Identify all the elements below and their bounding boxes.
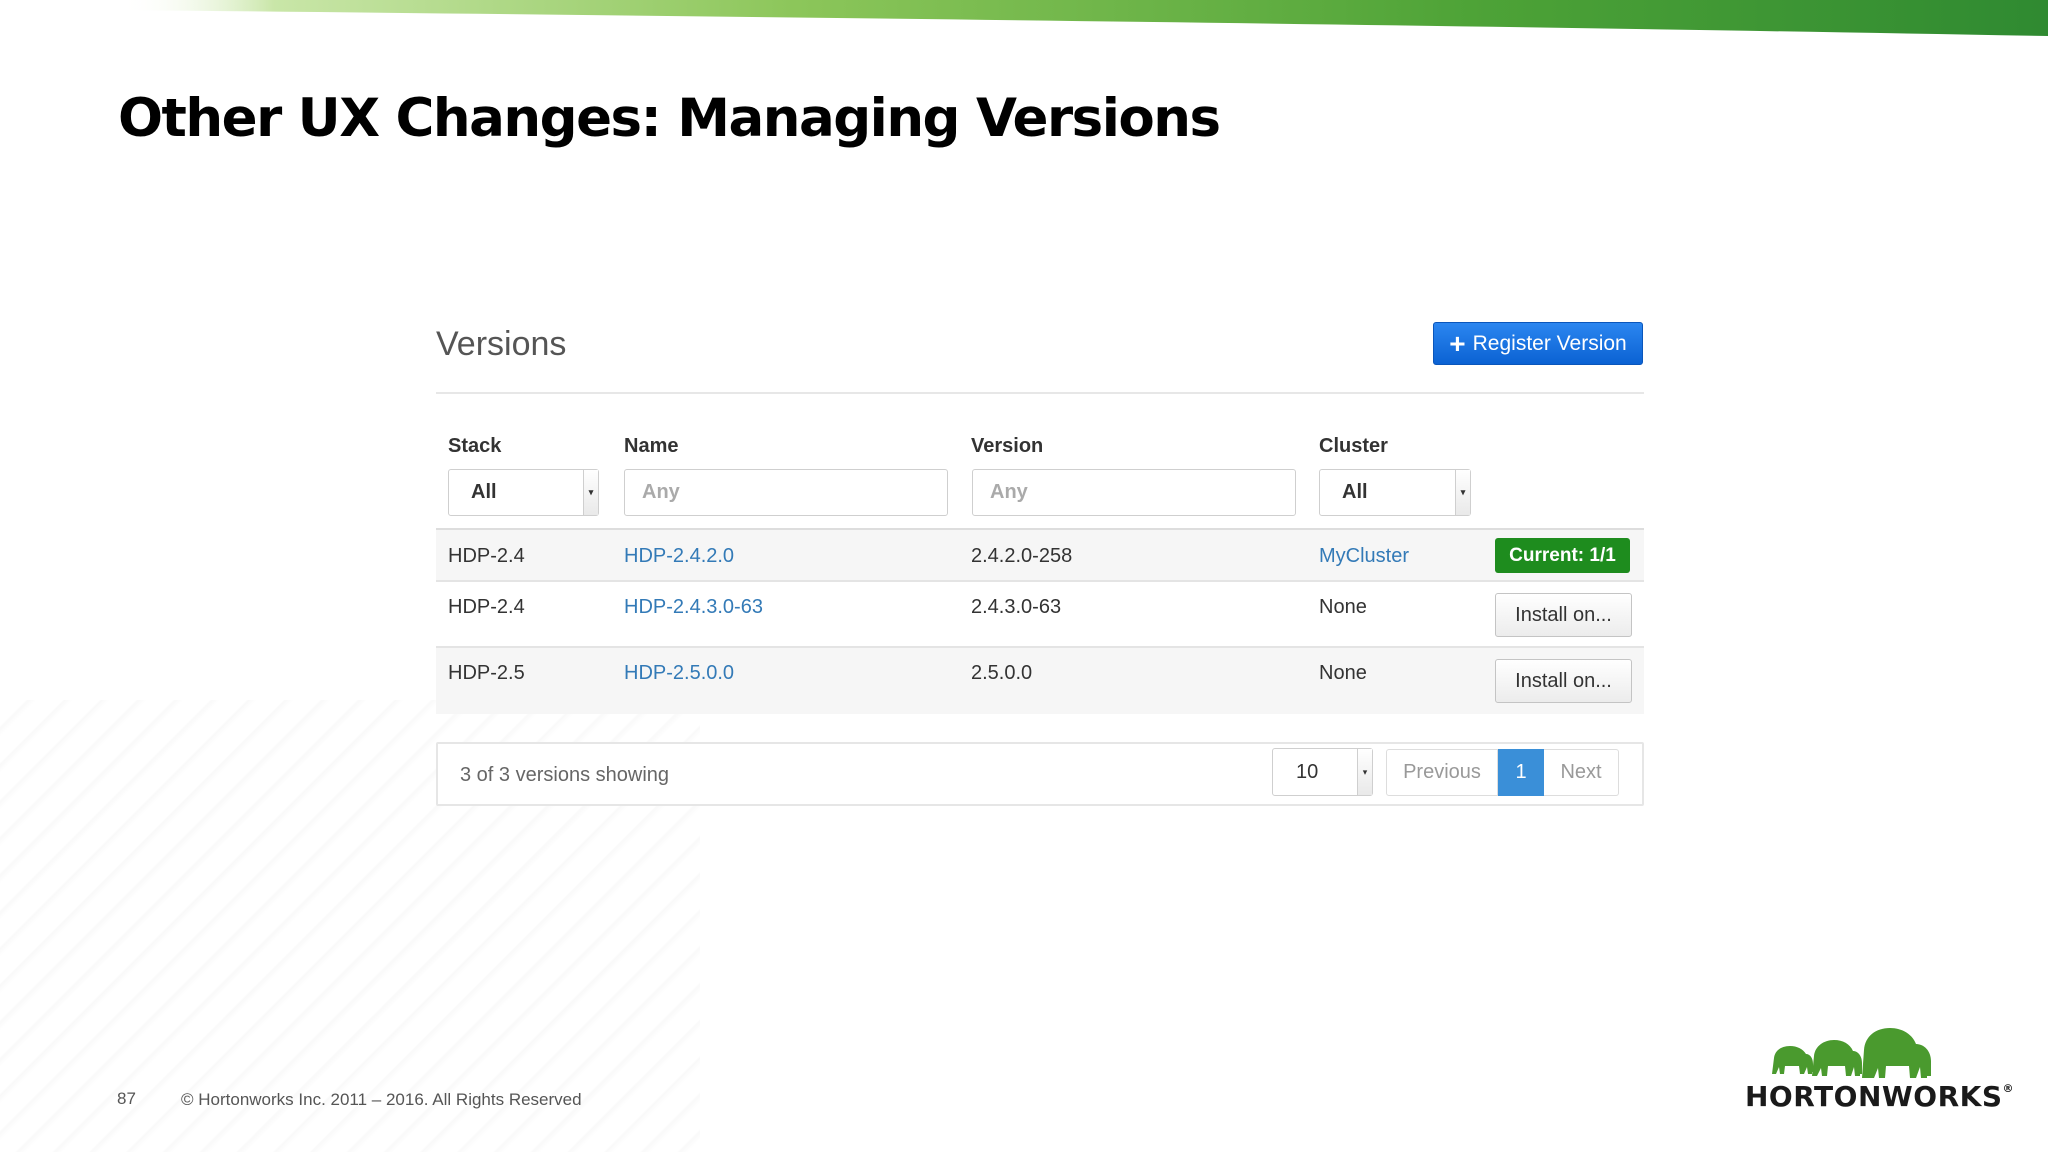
table-footer: 3 of 3 versions showing 10 ▾ Previous 1 … xyxy=(436,742,1644,806)
version-filter-input[interactable] xyxy=(972,469,1296,516)
page-1-button[interactable]: 1 xyxy=(1498,749,1544,796)
install-on-button[interactable]: Install on... xyxy=(1495,659,1632,703)
register-version-label: Register Version xyxy=(1472,331,1627,355)
cell-stack: HDP-2.4 xyxy=(448,596,525,618)
table-row: HDP-2.5 HDP-2.5.0.0 2.5.0.0 None Install… xyxy=(436,648,1644,714)
caret-down-icon: ▾ xyxy=(1357,749,1372,795)
name-filter-input[interactable] xyxy=(624,469,948,516)
slide-number: 87 xyxy=(117,1089,136,1108)
caret-down-icon: ▾ xyxy=(1455,470,1470,515)
cell-version: 2.4.2.0-258 xyxy=(971,545,1073,567)
logo-text: HORTONWORKS xyxy=(1745,1080,2003,1113)
stack-filter-select[interactable]: All ▾ xyxy=(448,469,599,516)
cell-cluster-link[interactable]: MyCluster xyxy=(1319,545,1409,568)
previous-page-button[interactable]: Previous xyxy=(1386,749,1498,796)
install-on-button[interactable]: Install on... xyxy=(1495,593,1632,637)
next-page-button[interactable]: Next xyxy=(1544,749,1619,796)
caret-down-icon: ▾ xyxy=(583,470,598,515)
cell-stack: HDP-2.4 xyxy=(448,545,525,567)
cell-cluster: None xyxy=(1319,662,1367,684)
current-status-badge: Current: 1/1 xyxy=(1495,538,1630,573)
plus-icon: + xyxy=(1449,327,1466,359)
page-size-value: 10 xyxy=(1296,760,1319,783)
stack-filter-value: All xyxy=(471,481,497,503)
cluster-filter-select[interactable]: All ▾ xyxy=(1319,469,1471,516)
cell-version: 2.4.3.0-63 xyxy=(971,596,1062,618)
logo-wordmark: HORTONWORKS® xyxy=(1745,1080,2014,1113)
elephants-logo-icon xyxy=(1772,1028,1931,1078)
cell-name-link[interactable]: HDP-2.4.3.0-63 xyxy=(624,596,763,619)
column-header-version: Version xyxy=(971,435,1044,457)
registered-mark: ® xyxy=(2002,1082,2014,1095)
hortonworks-logo: HORTONWORKS® xyxy=(1738,1024,2014,1116)
cell-name-link[interactable]: HDP-2.5.0.0 xyxy=(624,662,734,685)
cell-version: 2.5.0.0 xyxy=(971,662,1033,684)
column-header-cluster: Cluster xyxy=(1319,435,1388,457)
cell-cluster: None xyxy=(1319,596,1367,618)
page-size-select[interactable]: 10 ▾ xyxy=(1272,748,1373,796)
table-row: HDP-2.4 HDP-2.4.2.0 2.4.2.0-258 MyCluste… xyxy=(436,530,1644,582)
heading-divider xyxy=(436,392,1644,394)
column-header-name: Name xyxy=(624,435,679,457)
slide-title: Other UX Changes: Managing Versions xyxy=(118,88,1221,149)
register-version-button[interactable]: + Register Version xyxy=(1433,322,1643,365)
page-title: Versions xyxy=(436,325,567,363)
cell-name-link[interactable]: HDP-2.4.2.0 xyxy=(624,545,734,568)
copyright-text: © Hortonworks Inc. 2011 – 2016. All Righ… xyxy=(181,1090,582,1109)
top-brand-band xyxy=(120,0,2048,36)
cell-stack: HDP-2.5 xyxy=(448,662,525,684)
cluster-filter-value: All xyxy=(1342,481,1368,503)
versions-count-text: 3 of 3 versions showing xyxy=(460,764,670,786)
versions-panel: Versions + Register Version Stack Name V… xyxy=(436,315,1646,815)
column-header-stack: Stack xyxy=(448,435,502,457)
table-row: HDP-2.4 HDP-2.4.3.0-63 2.4.3.0-63 None I… xyxy=(436,582,1644,648)
pagination: Previous 1 Next xyxy=(1386,749,1619,796)
